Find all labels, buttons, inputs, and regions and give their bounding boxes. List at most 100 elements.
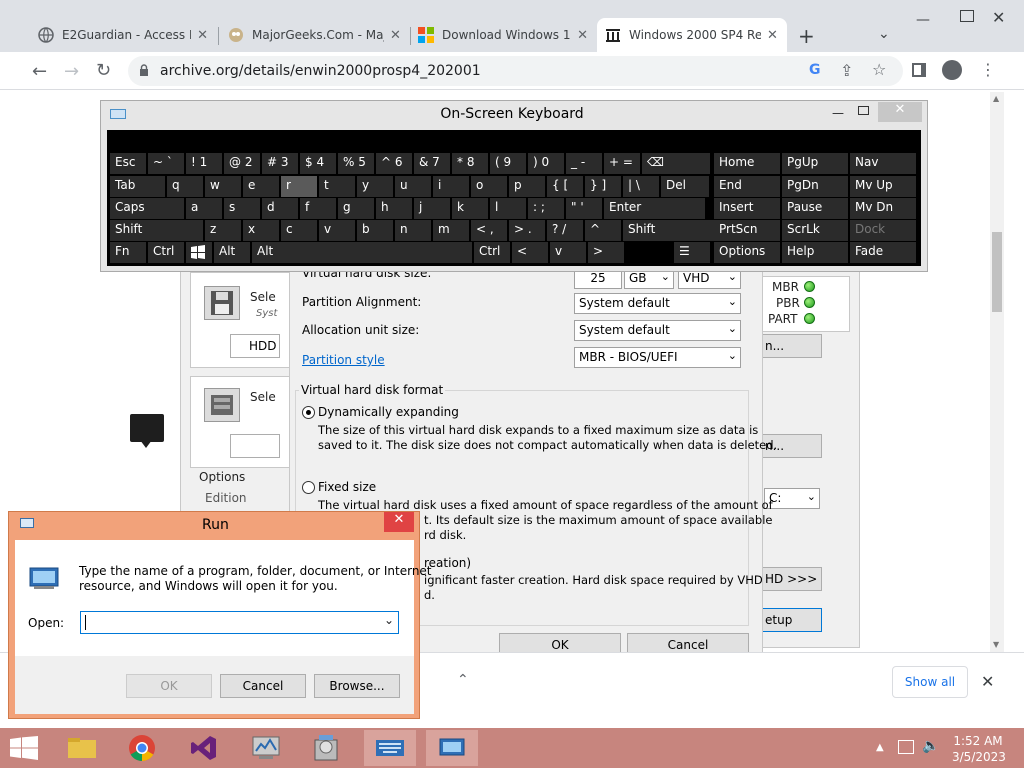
windows-key-icon[interactable] xyxy=(186,242,212,263)
fixed-radio[interactable] xyxy=(302,481,315,494)
osk-key[interactable]: j xyxy=(414,198,450,219)
osk-key[interactable]: m xyxy=(433,220,469,241)
chrome-icon[interactable] xyxy=(116,730,168,766)
show-all-button[interactable]: Show all xyxy=(892,666,968,698)
osk-key[interactable]: p xyxy=(509,176,545,197)
osk-key[interactable]: Fn xyxy=(110,242,146,263)
bookmark-star-icon[interactable]: ☆ xyxy=(872,60,886,79)
volume-icon[interactable]: 🔈 xyxy=(922,738,939,754)
partition-style-select[interactable]: MBR - BIOS/UEFI ⌄ xyxy=(574,347,741,368)
window-close-icon[interactable]: ✕ xyxy=(992,8,1005,27)
profile-avatar[interactable] xyxy=(942,60,962,80)
close-download-bar-icon[interactable]: ✕ xyxy=(981,672,994,691)
run-taskbar-icon[interactable] xyxy=(426,730,478,766)
osk-key[interactable]: Tab xyxy=(110,176,165,197)
partition-style-link[interactable]: Partition style xyxy=(302,353,385,367)
page-scroll-thumb[interactable] xyxy=(992,232,1002,312)
tab-windows-2000[interactable]: Windows 2000 SP4 Ret ✕ xyxy=(597,18,787,52)
osk-nav-key[interactable]: PgDn xyxy=(782,176,848,197)
scroll-down-icon[interactable]: ▼ xyxy=(993,640,999,649)
file-explorer-icon[interactable] xyxy=(56,730,108,766)
run-ok-button[interactable]: OK xyxy=(126,674,212,698)
setup-button[interactable]: etup xyxy=(762,608,822,632)
reload-icon[interactable]: ↻ xyxy=(96,60,111,81)
osk-key[interactable]: f xyxy=(300,198,336,219)
osk-key[interactable]: Enter xyxy=(604,198,705,219)
lock-icon[interactable] xyxy=(139,64,149,76)
osk-key[interactable]: t xyxy=(319,176,355,197)
forward-icon[interactable]: → xyxy=(64,61,79,82)
osk-key[interactable]: } ] xyxy=(585,176,621,197)
osk-key[interactable]: Shift xyxy=(623,220,723,241)
osk-key[interactable]: q xyxy=(167,176,203,197)
close-icon[interactable]: ✕ xyxy=(197,28,208,43)
osk-key[interactable]: @ 2 xyxy=(224,153,260,174)
osk-key[interactable]: " ' xyxy=(566,198,602,219)
osk-nav-key[interactable]: Mv Up xyxy=(850,176,916,197)
dynamic-radio[interactable] xyxy=(302,406,315,419)
vhd-button[interactable]: HD >>> xyxy=(762,567,822,591)
osk-key[interactable]: ! 1 xyxy=(186,153,222,174)
tray-chevron-icon[interactable]: ▲ xyxy=(876,742,884,753)
osk-nav-key[interactable]: Fade xyxy=(850,242,916,263)
osk-key[interactable]: g xyxy=(338,198,374,219)
url-text[interactable]: archive.org/details/enwin2000prosp4_2020… xyxy=(160,63,481,79)
osk-key[interactable]: < xyxy=(512,242,548,263)
osk-key[interactable]: Ctrl xyxy=(474,242,510,263)
osk-nav-key[interactable]: Pause xyxy=(782,198,848,219)
osk-key[interactable]: ) 0 xyxy=(528,153,564,174)
osk-key[interactable]: ? / xyxy=(547,220,583,241)
system-monitor-icon[interactable] xyxy=(240,730,292,766)
osk-key[interactable]: Ctrl xyxy=(148,242,184,263)
osk-key[interactable]: o xyxy=(471,176,507,197)
run-cancel-button[interactable]: Cancel xyxy=(220,674,306,698)
osk-key[interactable]: b xyxy=(357,220,393,241)
osk-key[interactable]: k xyxy=(452,198,488,219)
hdd-field[interactable]: HDD xyxy=(230,334,280,358)
osk-key[interactable]: c xyxy=(281,220,317,241)
restore-icon[interactable] xyxy=(960,10,974,22)
minimize-icon[interactable]: — xyxy=(916,12,930,28)
osk-key[interactable]: z xyxy=(205,220,241,241)
partition-alignment-select[interactable]: System default ⌄ xyxy=(574,293,741,314)
allocation-unit-select[interactable]: System default ⌄ xyxy=(574,320,741,341)
osk-key[interactable]: > . xyxy=(509,220,545,241)
osk-nav-key[interactable]: PrtScn xyxy=(714,220,780,241)
osk-key[interactable]: i xyxy=(433,176,469,197)
osk-key[interactable]: # 3 xyxy=(262,153,298,174)
close-icon[interactable]: ✕ xyxy=(577,28,588,43)
osk-key[interactable]: & 7 xyxy=(414,153,450,174)
side-panel-icon[interactable] xyxy=(912,63,926,77)
osk-key[interactable]: > xyxy=(588,242,624,263)
osk-key[interactable]: ~ ` xyxy=(148,153,184,174)
osk-nav-key[interactable]: Home xyxy=(714,153,780,174)
run-open-input[interactable]: ⌄ xyxy=(80,611,399,634)
osk-key[interactable]: ( 9 xyxy=(490,153,526,174)
osk-close-icon[interactable]: ✕ xyxy=(878,102,922,122)
osk-nav-key[interactable]: Help xyxy=(782,242,848,263)
osk-key[interactable]: Alt xyxy=(214,242,250,263)
osk-key[interactable]: w xyxy=(205,176,241,197)
osk-key[interactable]: _ - xyxy=(566,153,602,174)
run-close-icon[interactable]: ✕ xyxy=(384,512,414,532)
osk-key[interactable]: | \ xyxy=(623,176,659,197)
back-icon[interactable]: ← xyxy=(32,61,47,82)
clock-date[interactable]: 3/5/2023 xyxy=(952,750,1006,764)
network-icon[interactable] xyxy=(898,740,914,754)
osk-nav-key[interactable]: ScrLk xyxy=(782,220,848,241)
visual-studio-icon[interactable] xyxy=(178,730,230,766)
fixed-label[interactable]: Fixed size xyxy=(318,480,376,494)
google-icon[interactable]: G xyxy=(809,62,821,78)
osk-key[interactable]: h xyxy=(376,198,412,219)
close-icon[interactable]: ✕ xyxy=(767,28,778,43)
osk-key[interactable]: v xyxy=(319,220,355,241)
osk-key[interactable]: l xyxy=(490,198,526,219)
backspace-icon[interactable]: ⌫ xyxy=(642,153,710,174)
tab-majorgeeks[interactable]: MajorGeeks.Com - Maj ✕ xyxy=(220,18,410,52)
osk-key[interactable]: Caps xyxy=(110,198,184,219)
chevron-up-icon[interactable]: ⌃ xyxy=(457,672,469,688)
share-icon[interactable]: ⇪ xyxy=(840,61,853,80)
osk-key[interactable]: * 8 xyxy=(452,153,488,174)
osk-taskbar-icon[interactable] xyxy=(364,730,416,766)
osk-minimize-icon[interactable]: — xyxy=(832,106,844,120)
